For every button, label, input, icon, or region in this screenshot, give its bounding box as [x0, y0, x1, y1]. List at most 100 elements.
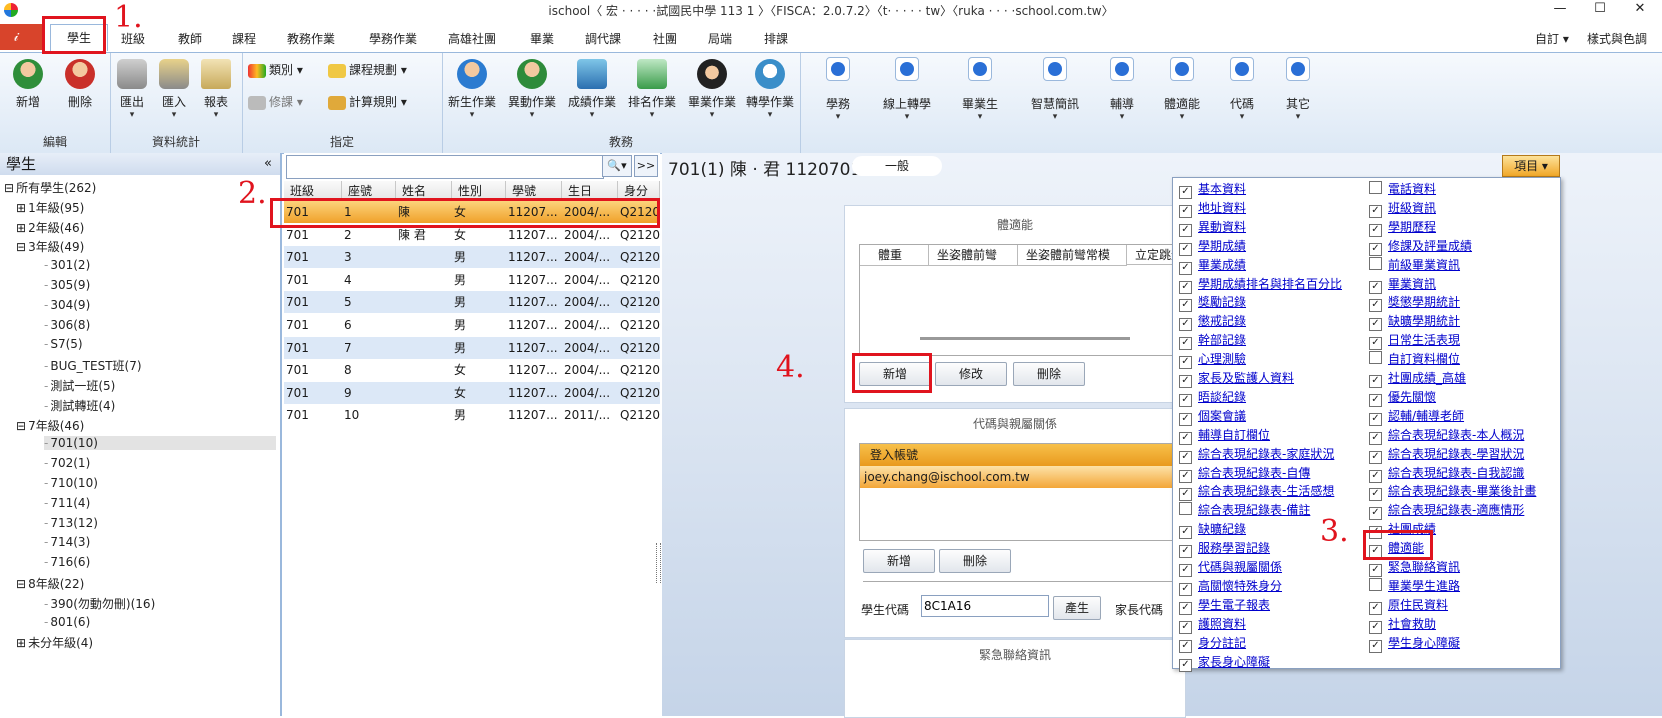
checkbox[interactable] — [1369, 577, 1382, 591]
checklist-item-label[interactable]: 晤談紀錄 — [1198, 390, 1246, 404]
new-student-ops-button[interactable]: 新生作業 ▾ — [444, 59, 500, 120]
nav-student-affairs[interactable]: 學務 ▾ — [810, 57, 866, 122]
tab-teacher[interactable]: 教師 — [178, 30, 202, 47]
checkbox[interactable]: ✓ — [1179, 582, 1192, 596]
tree-node[interactable]: ⊞ 2年級(46) — [16, 219, 84, 236]
checkbox[interactable]: ✓ — [1369, 564, 1382, 577]
checklist-item-label[interactable]: 獎勵記錄 — [1198, 295, 1246, 309]
checklist-item-label[interactable]: 幹部記錄 — [1198, 333, 1246, 347]
checklist-item[interactable]: ✓ 綜合表現紀錄表-畢業後計畫 — [1369, 483, 1536, 502]
checklist-item[interactable]: ✓ 日常生活表現 — [1369, 332, 1460, 351]
table-row[interactable]: 701 3 男 11207... 2004/... Q2120 — [284, 246, 660, 269]
checklist-item-label[interactable]: 輔導自訂欄位 — [1198, 428, 1270, 442]
checkbox[interactable]: ✓ — [1179, 412, 1192, 426]
category-button[interactable]: 類別 ▾ — [248, 61, 303, 78]
tree-node[interactable]: - 測試一班(5) — [44, 377, 115, 394]
checkbox[interactable]: ✓ — [1179, 526, 1192, 540]
table-row[interactable]: 701 6 男 11207... 2004/... Q2120 — [284, 314, 660, 336]
checkbox[interactable] — [1369, 256, 1382, 270]
checklist-item[interactable]: ✓ 缺曠紀錄 — [1179, 521, 1246, 540]
checkbox[interactable]: ✓ — [1369, 507, 1382, 521]
tree-node[interactable]: -305(9) — [44, 278, 90, 292]
checklist-item-label[interactable]: 畢業資訊 — [1388, 277, 1436, 291]
tree-expander-icon[interactable]: ⊞ — [16, 201, 26, 215]
tree-node[interactable]: -390(勿動勿刪)(16) — [44, 595, 155, 612]
tree-expander-icon[interactable]: ⊞ — [16, 221, 26, 235]
course-rule-button[interactable]: 課程規劃 ▾ — [328, 61, 407, 78]
checklist-item-label[interactable]: 畢業學生進路 — [1388, 579, 1460, 593]
checklist-item[interactable]: ✓ 綜合表現紀錄表-自傳 — [1179, 465, 1310, 483]
table-row[interactable]: 701 8 女 11207... 2004/... Q2120 — [284, 359, 660, 382]
maximize-button[interactable]: ☐ — [1580, 0, 1620, 20]
tree-node[interactable]: ⊟ 所有學生(262) — [4, 179, 96, 196]
tree-node[interactable]: -716(6) — [44, 555, 90, 569]
checklist-item-label[interactable]: 地址資料 — [1198, 201, 1246, 215]
checkbox[interactable]: ✓ — [1179, 261, 1192, 275]
checklist-item[interactable]: ✓ 優先關懷 — [1369, 389, 1436, 407]
checklist-item[interactable]: ✓ 地址資料 — [1179, 200, 1246, 218]
student-code-field[interactable] — [921, 595, 1049, 617]
checklist-item[interactable]: ✓ 綜合表現紀錄表-學習狀況 — [1369, 446, 1524, 464]
checklist-item[interactable]: ✓ 家長及監護人資料 — [1179, 370, 1294, 388]
checkbox[interactable]: ✓ — [1179, 469, 1192, 483]
checklist-item[interactable]: ✓ 服務學習記錄 — [1179, 540, 1270, 559]
checklist-item-label[interactable]: 日常生活表現 — [1388, 333, 1460, 347]
tree-node[interactable]: - 測試轉班(4) — [44, 397, 115, 414]
checklist-item[interactable]: 前級畢業資訊 — [1369, 256, 1460, 273]
tab-academic-affairs[interactable]: 教務作業 — [287, 30, 335, 47]
checkbox[interactable]: ✓ — [1179, 375, 1192, 388]
checklist-item[interactable]: ✓ 心理測驗 — [1179, 351, 1246, 370]
table-row[interactable]: 701 5 男 11207... 2004/... Q2120 — [284, 291, 660, 314]
checklist-item[interactable]: ✓ 缺曠學期統計 — [1369, 313, 1460, 332]
style-color-menu[interactable]: 樣式與色調 — [1587, 30, 1647, 47]
checkbox[interactable]: ✓ — [1369, 223, 1382, 237]
checkbox[interactable]: ✓ — [1369, 601, 1382, 615]
delete-student-button[interactable]: 刪除 — [60, 59, 100, 110]
checkbox[interactable]: ✓ — [1369, 488, 1382, 502]
checklist-item-label[interactable]: 緊急聯絡資訊 — [1388, 560, 1460, 574]
collapse-panel-button[interactable]: « — [264, 153, 272, 175]
checkbox[interactable]: ✓ — [1179, 545, 1192, 559]
checklist-item-label[interactable]: 學生身心障礙 — [1388, 636, 1460, 650]
checklist-item-label[interactable]: 社團成績_高雄 — [1388, 371, 1466, 385]
checkbox[interactable]: ✓ — [1369, 393, 1382, 407]
close-button[interactable]: ✕ — [1620, 0, 1660, 20]
checklist-item[interactable]: ✓ 綜合表現紀錄表-自我認識 — [1369, 465, 1524, 483]
checklist-item[interactable]: ✓ 學生電子報表 — [1179, 597, 1270, 615]
tree-node[interactable]: - S7(5) — [44, 337, 83, 351]
checklist-item-label[interactable]: 家長及監護人資料 — [1198, 371, 1294, 385]
checkbox[interactable]: ✓ — [1369, 280, 1382, 294]
checklist-item[interactable]: ✓ 學期成績排名與排名百分比 — [1179, 276, 1342, 294]
checklist-item-label[interactable]: 學期歷程 — [1388, 220, 1436, 234]
tree-node[interactable]: ⊟ 3年級(49) — [16, 238, 84, 255]
checklist-item-label[interactable]: 電話資料 — [1388, 182, 1436, 196]
graduation-ops-button[interactable]: 畢業作業 ▾ — [684, 59, 740, 120]
nav-graduates[interactable]: 畢業生 ▾ — [950, 57, 1010, 122]
checklist-item-label[interactable]: 獎懲學期統計 — [1388, 295, 1460, 309]
table-row[interactable]: 701 7 男 11207... 2004/... Q2120 — [284, 336, 660, 359]
checklist-item[interactable]: ✓ 班級資訊 — [1369, 200, 1436, 218]
checklist-item-label[interactable]: 綜合表現紀錄表-學習狀況 — [1388, 447, 1524, 461]
transfer-school-button[interactable]: 轉學作業 ▾ — [742, 59, 798, 120]
checklist-item[interactable]: ✓ 畢業成績 — [1179, 257, 1246, 275]
checklist-item[interactable]: 自訂資料欄位 — [1369, 351, 1460, 367]
checkbox[interactable]: ✓ — [1179, 299, 1192, 313]
checklist-item[interactable]: 畢業學生進路 — [1369, 577, 1460, 594]
checklist-item[interactable]: ✓ 畢業資訊 — [1369, 276, 1436, 294]
checklist-item-label[interactable]: 基本資料 — [1198, 182, 1246, 196]
tab-bureau[interactable]: 局端 — [708, 30, 732, 47]
checklist-item-label[interactable]: 畢業成績 — [1198, 258, 1246, 272]
checkbox[interactable]: ✓ — [1179, 601, 1192, 615]
checklist-item[interactable]: ✓ 高關懷特殊身分 — [1179, 578, 1282, 596]
checklist-item-label[interactable]: 身分註記 — [1198, 636, 1246, 650]
tree-node[interactable]: -304(9) — [44, 298, 90, 312]
checklist-item[interactable]: ✓ 獎勵記錄 — [1179, 294, 1246, 313]
fitness-delete-button[interactable]: 刪除 — [1013, 362, 1085, 386]
tree-node[interactable]: ⊟ 7年級(46) — [16, 417, 84, 434]
nav-online-transfer[interactable]: 線上轉學 ▾ — [874, 57, 940, 122]
checklist-item-label[interactable]: 個案會議 — [1198, 409, 1246, 423]
checklist-item[interactable]: ✓ 個案會議 — [1179, 408, 1246, 426]
nav-fitness[interactable]: 體適能 ▾ — [1154, 57, 1210, 122]
checklist-item-label[interactable]: 學期成績 — [1198, 239, 1246, 253]
checkbox[interactable]: ✓ — [1179, 564, 1192, 577]
